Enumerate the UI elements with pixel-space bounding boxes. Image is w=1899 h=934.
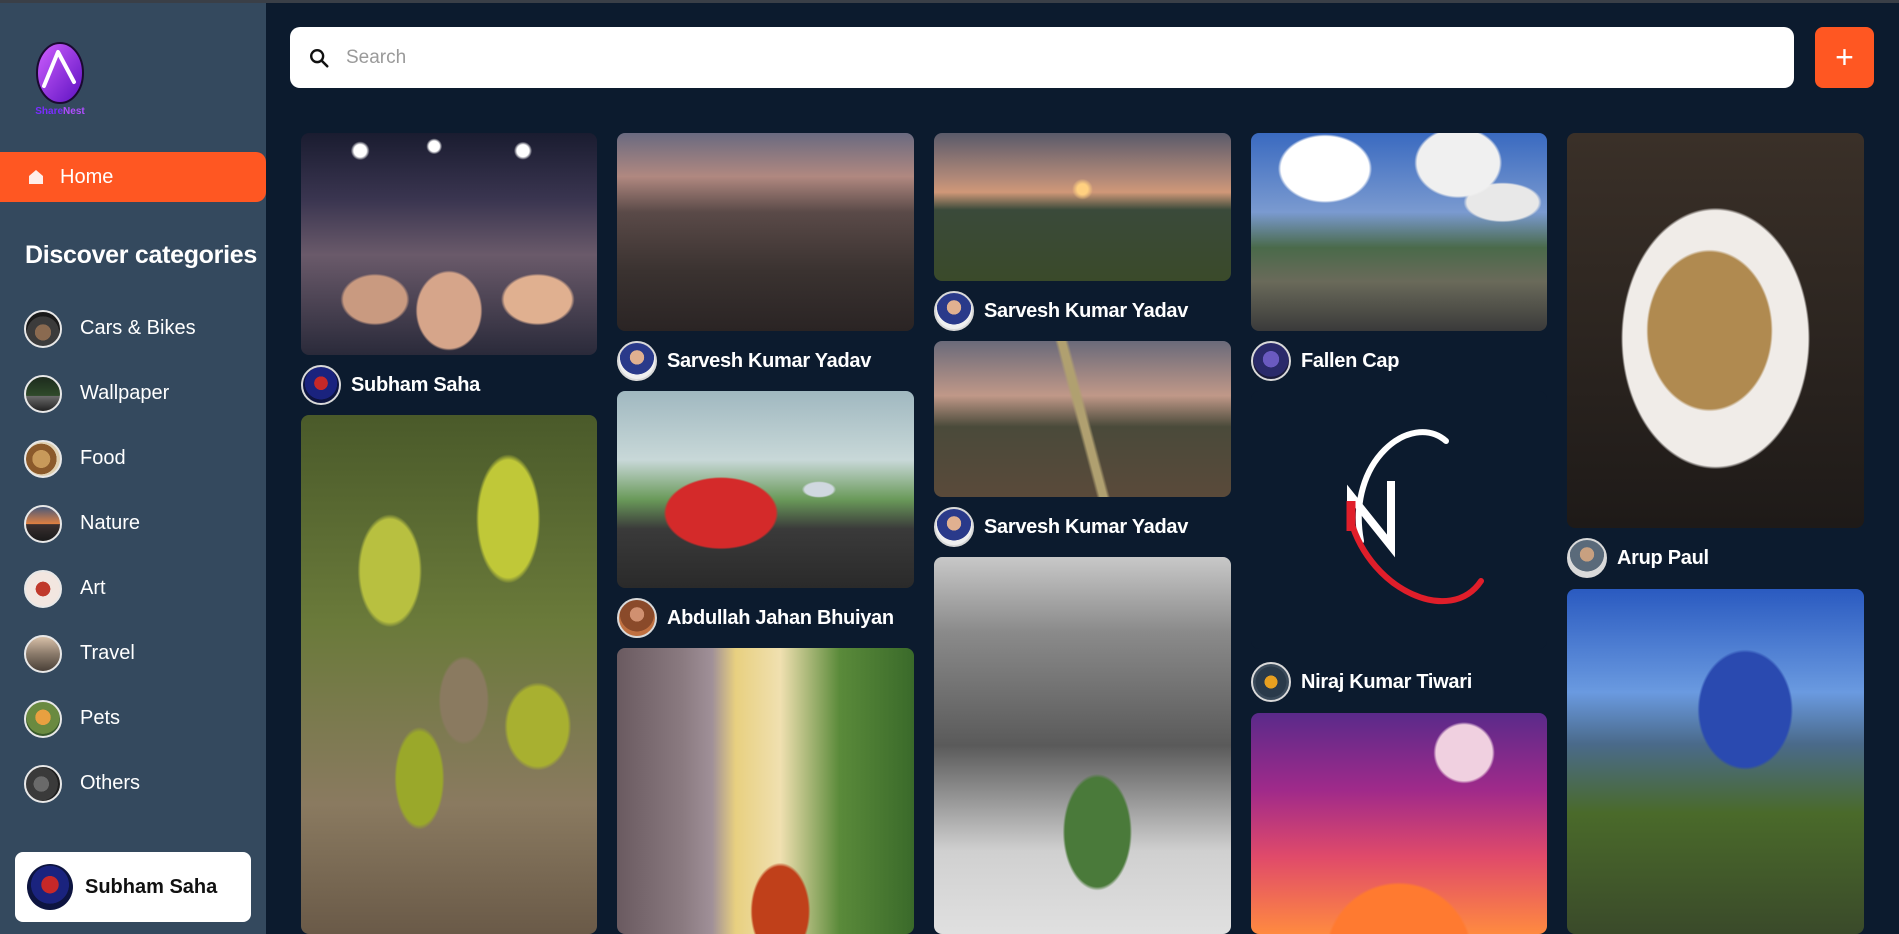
pin-image-building-grass[interactable]: [1567, 589, 1864, 934]
pin-image-bird-nest[interactable]: [301, 415, 597, 934]
logo-icon: [36, 42, 84, 104]
user-profile-card[interactable]: Subham Saha: [15, 852, 251, 922]
category-label: Pets: [80, 707, 121, 729]
category-item-art[interactable]: Art: [24, 556, 196, 621]
author-name: Abdullah Jahan Bhuiyan: [667, 606, 894, 629]
category-item-nature[interactable]: Nature: [24, 491, 196, 556]
pin-image-railway-station[interactable]: [1251, 133, 1547, 331]
sidebar: ShareNest Home Discover categories Cars …: [0, 3, 266, 934]
pin-author[interactable]: Sarvesh Kumar Yadav: [934, 507, 1188, 547]
category-item-wallpaper[interactable]: Wallpaper: [24, 361, 196, 426]
category-label: Art: [80, 577, 106, 599]
category-item-pets[interactable]: Pets: [24, 686, 196, 751]
pin-author[interactable]: Arup Paul: [1567, 538, 1709, 578]
avatar: [27, 864, 73, 910]
pin-image-sunset-field[interactable]: [934, 133, 1231, 281]
nav-home-button[interactable]: Home: [0, 152, 266, 202]
category-thumb-food: [24, 439, 62, 478]
pin-author[interactable]: Sarvesh Kumar Yadav: [617, 341, 871, 381]
search-bar: [290, 27, 1794, 88]
category-item-food[interactable]: Food: [24, 426, 196, 491]
category-item-cars-bikes[interactable]: Cars & Bikes: [24, 296, 196, 361]
avatar: [617, 341, 657, 381]
author-name: Sarvesh Kumar Yadav: [984, 515, 1189, 538]
pin-image-hillside-town[interactable]: [617, 133, 914, 331]
category-thumb-art: [24, 569, 62, 608]
nav-home-label: Home: [60, 165, 114, 188]
category-label: Others: [80, 772, 141, 794]
pin-author[interactable]: Subham Saha: [301, 365, 480, 405]
pin-image-red-car[interactable]: [617, 391, 914, 588]
pin-image-crowd[interactable]: [301, 133, 597, 355]
avatar: [1251, 341, 1291, 381]
category-list: Cars & Bikes Wallpaper Food Nature Art T…: [24, 296, 196, 816]
category-label: Cars & Bikes: [80, 317, 196, 339]
category-label: Nature: [80, 512, 141, 534]
home-icon: [29, 170, 43, 184]
author-name: Arup Paul: [1617, 546, 1709, 569]
category-label: Food: [80, 447, 126, 469]
discover-categories-title: Discover categories: [25, 241, 257, 269]
author-name: Subham Saha: [351, 373, 480, 396]
avatar: [301, 365, 341, 405]
author-name: Sarvesh Kumar Yadav: [667, 349, 872, 372]
logo-text: ShareNest: [35, 106, 85, 117]
app-logo[interactable]: ShareNest: [30, 38, 90, 123]
pin-author[interactable]: Niraj Kumar Tiwari: [1251, 662, 1472, 702]
pin-image-noodles[interactable]: [1567, 133, 1864, 528]
n-logo-icon: [1346, 429, 1484, 604]
author-name: Sarvesh Kumar Yadav: [984, 299, 1189, 322]
author-name: Niraj Kumar Tiwari: [1301, 670, 1472, 693]
category-thumb-travel: [24, 634, 62, 673]
category-item-others[interactable]: Others: [24, 751, 196, 816]
pin-author[interactable]: Fallen Cap: [1251, 341, 1399, 381]
avatar: [934, 507, 974, 547]
category-thumb-cars-bikes: [24, 309, 62, 348]
category-thumb-others: [24, 764, 62, 803]
category-thumb-nature: [24, 504, 62, 543]
author-name: Fallen Cap: [1301, 349, 1400, 372]
avatar: [934, 291, 974, 331]
search-input[interactable]: [344, 45, 1748, 70]
avatar: [1251, 662, 1291, 702]
pin-image-grasshopper[interactable]: [934, 557, 1231, 934]
pin-author[interactable]: Abdullah Jahan Bhuiyan: [617, 598, 894, 638]
avatar: [617, 598, 657, 638]
search-icon: [310, 48, 329, 68]
pin-image-butterfly[interactable]: [617, 648, 914, 934]
category-thumb-wallpaper: [24, 374, 62, 413]
category-label: Travel: [80, 642, 135, 664]
pin-image-moon-wallpaper[interactable]: [1251, 713, 1547, 934]
user-name: Subham Saha: [85, 875, 218, 898]
category-label: Wallpaper: [80, 382, 170, 404]
avatar: [1567, 538, 1607, 578]
add-pin-button[interactable]: +: [1815, 27, 1874, 88]
category-thumb-pets: [24, 699, 62, 738]
pin-image-n-logo[interactable]: [1251, 391, 1547, 649]
pin-image-sunset-road[interactable]: [934, 341, 1231, 497]
top-border: [0, 0, 1899, 3]
category-item-travel[interactable]: Travel: [24, 621, 196, 686]
pin-author[interactable]: Sarvesh Kumar Yadav: [934, 291, 1188, 331]
